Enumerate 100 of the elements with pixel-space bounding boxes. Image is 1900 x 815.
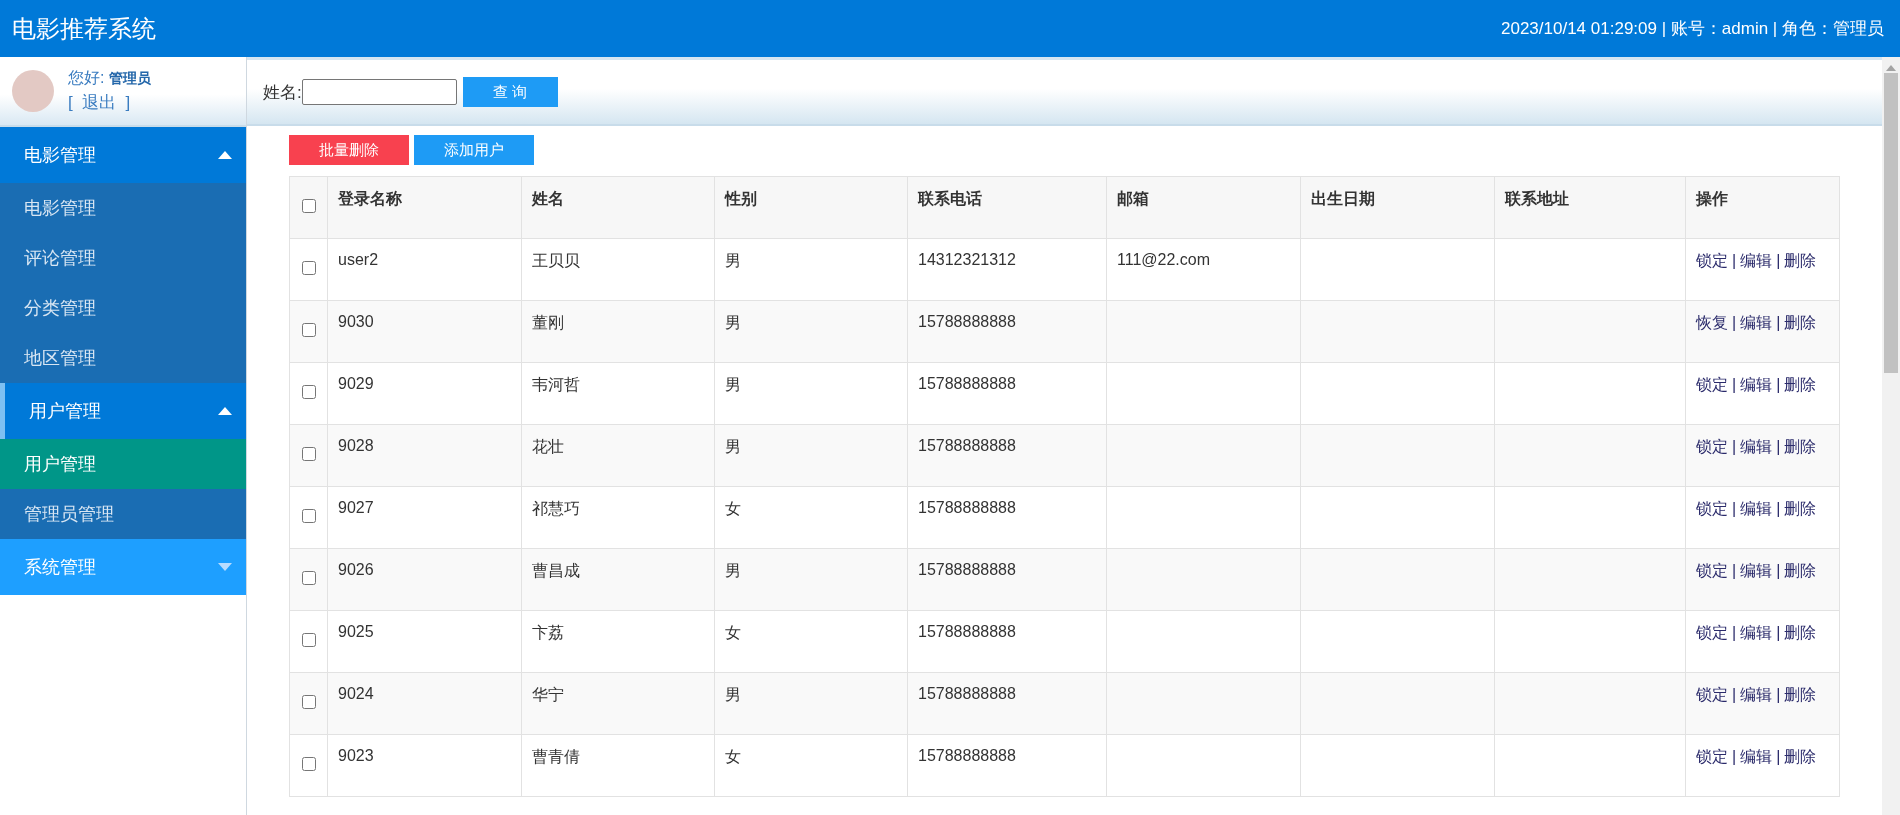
link-separator: | [1776,686,1781,703]
action-link[interactable]: 编辑 [1740,624,1773,641]
link-separator: | [1776,748,1781,765]
action-link[interactable]: 删除 [1784,252,1817,269]
row-checkbox[interactable] [301,632,316,647]
menu-item[interactable]: 地区管理 [0,333,246,383]
caret-up-icon [218,151,232,159]
table-cell: 9023 [327,734,522,797]
action-link[interactable]: 锁定 [1696,500,1728,517]
action-link[interactable]: 编辑 [1740,686,1773,703]
action-link[interactable]: 编辑 [1740,314,1773,331]
action-link[interactable]: 删除 [1784,686,1817,703]
action-link[interactable]: 锁定 [1696,376,1728,393]
batch-delete-button[interactable]: 批量删除 [289,135,409,165]
action-link[interactable]: 恢复 [1696,314,1728,331]
link-separator: | [1732,624,1737,641]
action-link[interactable]: 编辑 [1740,500,1773,517]
table-cell: 15788888888 [907,424,1107,487]
link-separator: | [1732,376,1737,393]
table-cell: 卞荔 [521,610,715,673]
link-separator: | [1732,748,1737,765]
action-link[interactable]: 删除 [1784,438,1817,455]
link-separator: | [1776,562,1781,579]
name-input[interactable] [301,79,457,105]
action-link[interactable]: 锁定 [1696,438,1728,455]
link-separator: | [1776,252,1781,269]
menu-group[interactable]: 用户管理 [0,383,246,439]
row-checkbox[interactable] [301,694,316,709]
column-header: 联系地址 [1494,176,1686,239]
menu-item[interactable]: 评论管理 [0,233,246,283]
table-cell: 曹青倩 [521,734,715,797]
column-header: 性别 [714,176,908,239]
menu-item[interactable]: 管理员管理 [0,489,246,539]
action-link[interactable]: 删除 [1784,500,1817,517]
table-cell: 14312321312 [907,238,1107,301]
action-link[interactable]: 锁定 [1696,624,1728,641]
action-link[interactable]: 锁定 [1696,686,1728,703]
menu-item[interactable]: 用户管理 [0,439,246,489]
caret-up-icon [218,407,232,415]
select-all-checkbox[interactable] [301,198,316,213]
name-label: 姓名: [263,81,302,104]
menu-item[interactable]: 电影管理 [0,183,246,233]
column-header: 出生日期 [1300,176,1495,239]
table-cell: 男 [714,300,908,363]
table-cell: 9029 [327,362,522,425]
action-link[interactable]: 编辑 [1740,562,1773,579]
table-cell: 15788888888 [907,672,1107,735]
row-checkbox[interactable] [301,260,316,275]
action-link[interactable]: 锁定 [1696,748,1728,765]
table-cell: 女 [714,486,908,549]
action-link[interactable]: 编辑 [1740,438,1773,455]
action-link[interactable]: 删除 [1784,376,1817,393]
menu-group-label: 系统管理 [24,556,96,579]
link-separator: | [1776,376,1781,393]
row-checkbox[interactable] [301,384,316,399]
link-separator: | [1732,562,1737,579]
row-checkbox[interactable] [301,322,316,337]
table-cell: 15788888888 [907,610,1107,673]
action-link[interactable]: 锁定 [1696,252,1728,269]
table-cell: 9030 [327,300,522,363]
action-link[interactable]: 删除 [1784,624,1817,641]
table-cell: 花壮 [521,424,715,487]
action-link[interactable]: 编辑 [1740,376,1773,393]
table-cell: 曹昌成 [521,548,715,611]
column-header: 邮箱 [1106,176,1301,239]
menu-group-label: 电影管理 [24,144,96,167]
table-cell: 女 [714,734,908,797]
table-cell: 15788888888 [907,362,1107,425]
menu-group[interactable]: 电影管理 [0,127,246,183]
action-link[interactable]: 锁定 [1696,562,1728,579]
row-checkbox[interactable] [301,508,316,523]
link-separator: | [1776,438,1781,455]
link-separator: | [1776,624,1781,641]
table-cell: 韦河哲 [521,362,715,425]
table-cell: 9025 [327,610,522,673]
row-checkbox[interactable] [301,446,316,461]
action-link[interactable]: 编辑 [1740,748,1773,765]
table-cell: 男 [714,672,908,735]
table-cell: 董刚 [521,300,715,363]
table-cell: 111@22.com [1106,238,1301,301]
scroll-thumb[interactable] [1884,73,1898,373]
menu-item[interactable]: 分类管理 [0,283,246,333]
link-separator: | [1732,252,1737,269]
table-cell: 9024 [327,672,522,735]
row-checkbox[interactable] [301,756,316,771]
action-link[interactable]: 删除 [1784,314,1817,331]
table-cell: user2 [327,238,522,301]
row-checkbox[interactable] [301,570,316,585]
logout-link[interactable]: [ 退出 ] [68,91,151,114]
table-cell: 男 [714,424,908,487]
column-header: 姓名 [521,176,715,239]
scrollbar[interactable] [1882,57,1900,815]
table-cell: 女 [714,610,908,673]
avatar [12,70,54,112]
table-cell: 祁慧巧 [521,486,715,549]
action-link[interactable]: 删除 [1784,562,1817,579]
action-link[interactable]: 编辑 [1740,252,1773,269]
action-link[interactable]: 删除 [1784,748,1817,765]
column-header: 登录名称 [327,176,522,239]
table-cell: 男 [714,548,908,611]
